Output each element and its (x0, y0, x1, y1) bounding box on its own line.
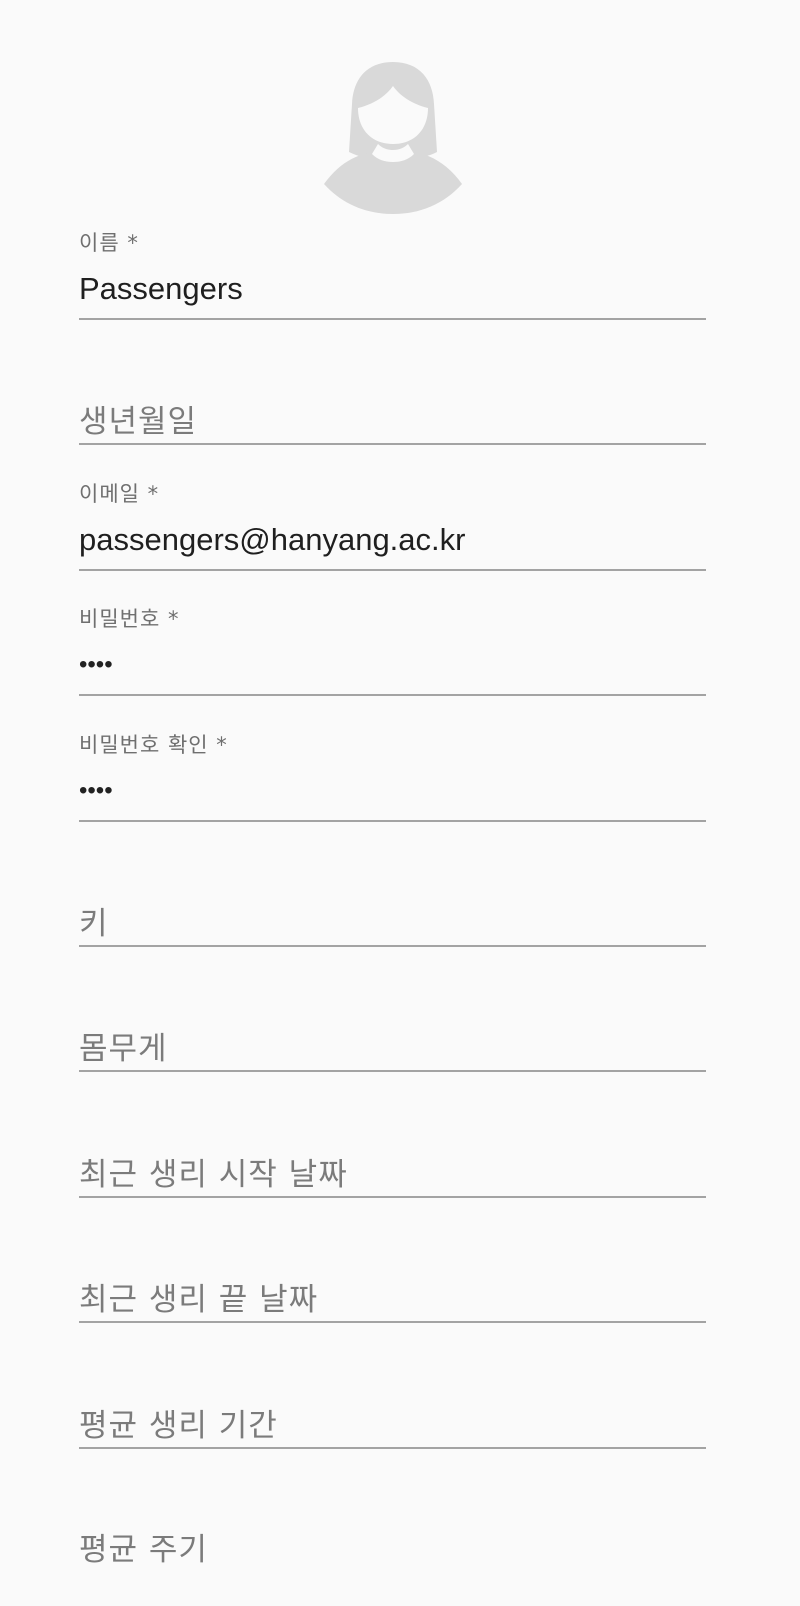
avatar[interactable] (316, 52, 470, 222)
name-label: 이름 * (79, 231, 139, 255)
weight-field[interactable]: 몸무게 (79, 979, 706, 1105)
password-input[interactable]: •••• (79, 651, 113, 679)
female-avatar-icon (324, 62, 462, 214)
email-label: 이메일 * (79, 482, 160, 506)
email-underline (79, 569, 706, 571)
avg-cycle-input[interactable]: 평균 주기 (79, 1524, 208, 1569)
birthdate-input[interactable]: 생년월일 (79, 396, 197, 441)
avg-period-length-field[interactable]: 평균 생리 기간 (79, 1356, 706, 1482)
last-period-start-underline (79, 1196, 706, 1198)
avg-cycle-field[interactable]: 평균 주기 (79, 1480, 706, 1606)
height-input[interactable]: 키 (79, 898, 109, 943)
weight-underline (79, 1070, 706, 1072)
name-input[interactable]: Passengers (79, 271, 243, 307)
avg-period-length-underline (79, 1447, 706, 1449)
last-period-start-field[interactable]: 최근 생리 시작 날짜 (79, 1105, 706, 1231)
password-underline (79, 694, 706, 696)
password-field[interactable]: 비밀번호 * •••• (79, 603, 706, 729)
password-label: 비밀번호 * (79, 607, 180, 631)
avg-period-length-input[interactable]: 평균 생리 기간 (79, 1400, 278, 1445)
password-confirm-label: 비밀번호 확인 * (79, 733, 228, 757)
name-field[interactable]: 이름 * Passengers (79, 227, 706, 353)
last-period-end-underline (79, 1321, 706, 1323)
weight-input[interactable]: 몸무게 (79, 1023, 168, 1068)
height-underline (79, 945, 706, 947)
password-confirm-field[interactable]: 비밀번호 확인 * •••• (79, 729, 706, 855)
password-confirm-underline (79, 820, 706, 822)
last-period-end-input[interactable]: 최근 생리 끝 날짜 (79, 1274, 318, 1319)
last-period-end-field[interactable]: 최근 생리 끝 날짜 (79, 1230, 706, 1356)
name-underline (79, 318, 706, 320)
birthdate-field[interactable]: 생년월일 (79, 352, 706, 478)
height-field[interactable]: 키 (79, 854, 706, 980)
birthdate-underline (79, 443, 706, 445)
last-period-start-input[interactable]: 최근 생리 시작 날짜 (79, 1149, 348, 1194)
email-field[interactable]: 이메일 * passengers@hanyang.ac.kr (79, 478, 706, 604)
email-input[interactable]: passengers@hanyang.ac.kr (79, 522, 465, 558)
password-confirm-input[interactable]: •••• (79, 777, 113, 805)
